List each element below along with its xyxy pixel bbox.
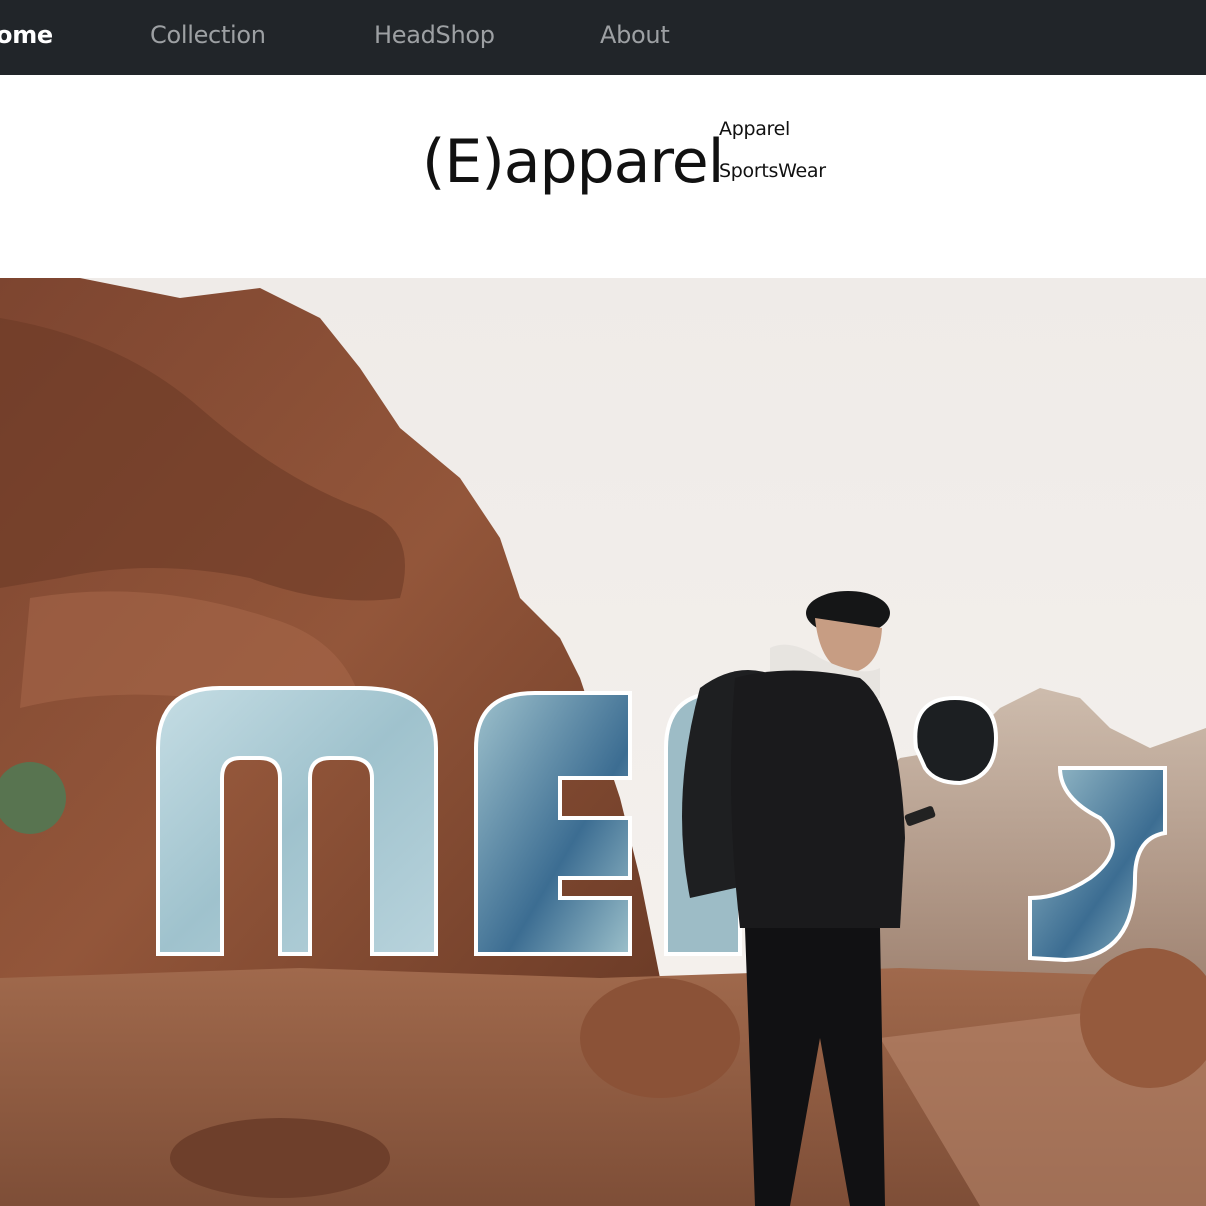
top-navbar: ome Collection HeadShop About [0, 0, 1206, 75]
brand-header: (E)apparel Apparel SportsWear [0, 118, 1206, 228]
apostrophe [913, 695, 999, 786]
brand-tagline-top: Apparel [719, 118, 791, 140]
jacket [731, 670, 905, 928]
nav-about[interactable]: About [600, 0, 670, 75]
nav-headshop[interactable]: HeadShop [374, 0, 495, 75]
brand-tagline-bottom: SportsWear [719, 160, 826, 182]
hero-image [0, 278, 1206, 1206]
nav-collection[interactable]: Collection [150, 0, 266, 75]
nav-home[interactable]: ome [0, 0, 53, 75]
letter-m [156, 686, 438, 956]
boulder-bottom-left [170, 1118, 390, 1198]
boulder-center [580, 978, 740, 1098]
brand-logo[interactable]: (E)apparel [422, 122, 724, 202]
hero-banner [0, 278, 1206, 1206]
letter-e [474, 691, 632, 956]
